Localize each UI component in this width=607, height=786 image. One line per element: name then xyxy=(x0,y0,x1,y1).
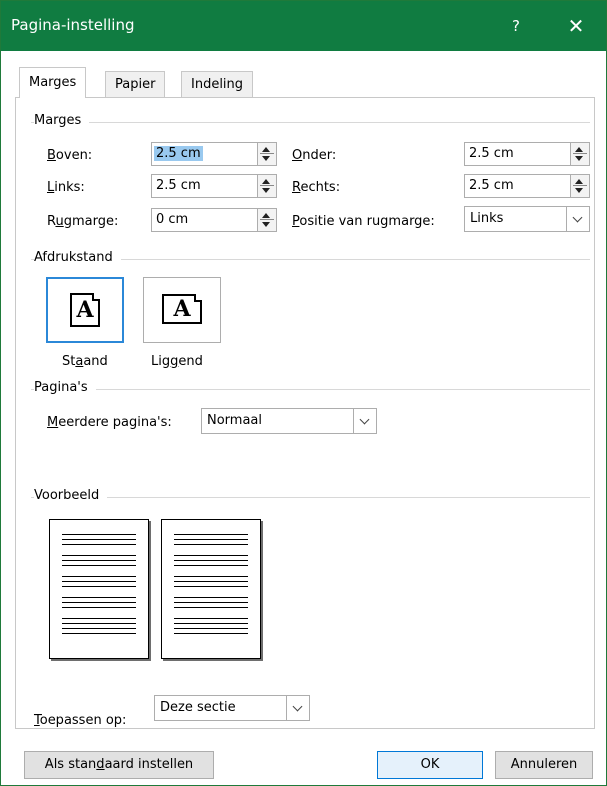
multiple-pages-dropdown[interactable]: Normaal xyxy=(201,408,377,434)
preview-page-left xyxy=(49,519,149,659)
preview-section-title: Voorbeeld xyxy=(34,488,108,503)
arrow-up-icon[interactable] xyxy=(575,147,583,152)
landscape-button[interactable]: A xyxy=(143,277,221,343)
bottom-margin-spinner[interactable]: 2.5 cm xyxy=(464,142,590,166)
chevron-down-icon[interactable] xyxy=(566,207,589,231)
chevron-down-icon[interactable] xyxy=(286,696,309,720)
section-divider xyxy=(31,389,590,390)
section-divider xyxy=(31,497,590,498)
arrow-up-icon[interactable] xyxy=(262,147,270,152)
apply-to-label: Toepassen op: xyxy=(34,713,127,728)
right-margin-spinner[interactable]: 2.5 cm xyxy=(464,174,590,198)
cancel-button[interactable]: Annuleren xyxy=(495,751,593,779)
set-default-button[interactable]: Als standaard instellen xyxy=(24,751,214,779)
left-margin-spinner[interactable]: 2.5 cm xyxy=(151,174,277,198)
left-margin-value[interactable]: 2.5 cm xyxy=(156,178,201,193)
portrait-page-icon: A xyxy=(70,293,100,327)
arrow-down-icon[interactable] xyxy=(575,156,583,161)
tab-layout[interactable]: Indeling xyxy=(181,71,254,98)
multiple-pages-value[interactable]: Normaal xyxy=(207,413,262,428)
apply-to-value[interactable]: Deze sectie xyxy=(160,700,236,715)
help-button[interactable]: ? xyxy=(501,13,531,39)
orientation-section-title: Afdrukstand xyxy=(34,250,121,265)
top-margin-spin-buttons[interactable] xyxy=(257,143,276,165)
arrow-down-icon[interactable] xyxy=(262,222,270,227)
chevron-down-icon[interactable] xyxy=(353,409,376,433)
page-setup-dialog: Pagina-instelling ? ✕ Marges Papier Inde… xyxy=(0,0,607,786)
bottom-margin-spin-buttons[interactable] xyxy=(570,143,589,165)
landscape-page-icon: A xyxy=(162,294,202,324)
arrow-down-icon[interactable] xyxy=(575,188,583,193)
right-margin-label: Rechts: xyxy=(292,180,341,195)
arrow-up-icon[interactable] xyxy=(262,179,270,184)
apply-to-dropdown[interactable]: Deze sectie xyxy=(154,695,310,721)
top-margin-label: Boven: xyxy=(47,148,93,163)
gutter-position-label: Positie van rugmarge: xyxy=(292,214,435,229)
margins-section-title: Marges xyxy=(34,113,90,128)
dialog-title: Pagina-instelling xyxy=(11,16,135,34)
portrait-button[interactable]: A xyxy=(46,277,124,343)
multiple-pages-label: Meerdere pagina's: xyxy=(47,415,172,430)
title-bar: Pagina-instelling ? ✕ xyxy=(1,1,606,51)
bottom-margin-label: Onder: xyxy=(292,148,337,163)
arrow-up-icon[interactable] xyxy=(262,213,270,218)
top-margin-spinner[interactable]: 2.5 cm xyxy=(151,142,277,166)
gutter-spin-buttons[interactable] xyxy=(257,209,276,231)
arrow-down-icon[interactable] xyxy=(262,156,270,161)
tab-paper[interactable]: Papier xyxy=(105,71,166,98)
gutter-label: Rugmarge: xyxy=(47,214,119,229)
arrow-up-icon[interactable] xyxy=(575,179,583,184)
portrait-label: Staand xyxy=(62,354,108,369)
top-margin-value[interactable]: 2.5 cm xyxy=(154,146,203,161)
gutter-spinner[interactable]: 0 cm xyxy=(151,208,277,232)
left-margin-spin-buttons[interactable] xyxy=(257,175,276,197)
pages-section-title: Pagina's xyxy=(34,380,96,395)
landscape-label: Liggend xyxy=(151,354,203,369)
gutter-position-dropdown[interactable]: Links xyxy=(464,206,590,232)
arrow-down-icon[interactable] xyxy=(262,188,270,193)
gutter-position-value[interactable]: Links xyxy=(470,211,503,226)
gutter-value[interactable]: 0 cm xyxy=(156,212,188,227)
tab-margins[interactable]: Marges xyxy=(19,67,87,98)
right-margin-spin-buttons[interactable] xyxy=(570,175,589,197)
bottom-margin-value[interactable]: 2.5 cm xyxy=(469,146,514,161)
close-icon[interactable]: ✕ xyxy=(561,13,591,39)
preview-page-right xyxy=(161,519,261,659)
left-margin-label: Links: xyxy=(47,180,85,195)
ok-button[interactable]: OK xyxy=(377,751,483,779)
section-divider xyxy=(31,122,590,123)
right-margin-value[interactable]: 2.5 cm xyxy=(469,178,514,193)
